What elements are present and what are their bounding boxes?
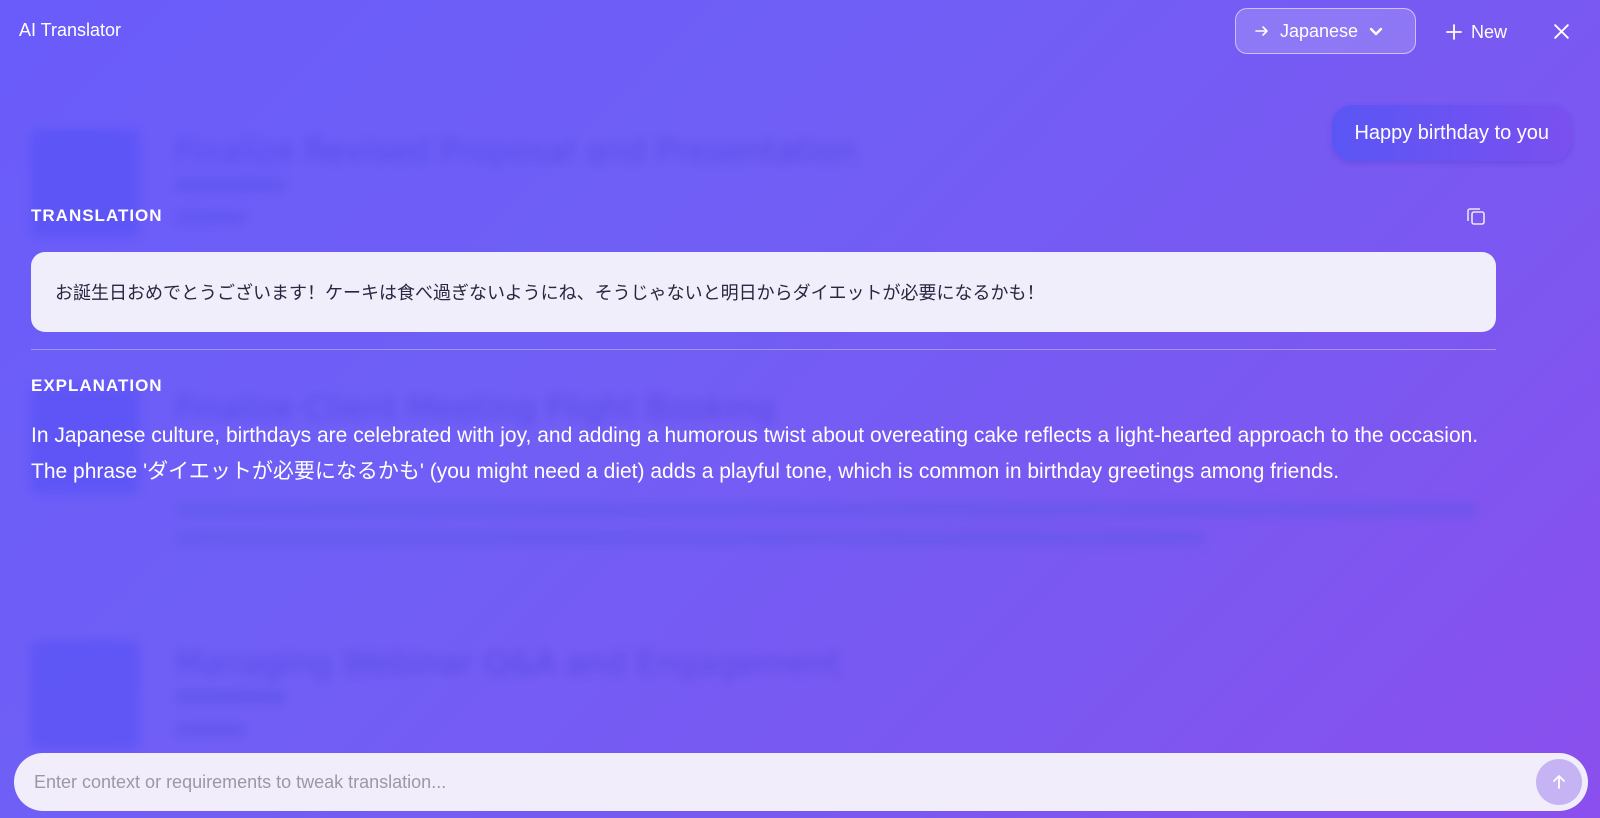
target-language-label: Japanese [1280,20,1359,41]
section-divider [31,349,1496,350]
new-button[interactable]: New [1445,17,1507,47]
copy-button[interactable] [1465,205,1487,227]
send-button[interactable] [1536,759,1582,805]
arrow-right-icon [1254,23,1270,39]
background-card-meta [175,724,245,736]
chevron-down-icon [1368,23,1384,39]
background-card-title: Finalize Revised Proposal and Presentati… [175,132,857,170]
background-card-meta [175,212,245,224]
background-card-subtitle [175,690,285,704]
translation-output: お誕生日おめでとうございます！ケーキは食べ過ぎないようにね、そうじゃないと明日か… [31,252,1496,332]
background-card-subtitle [175,178,285,192]
header: AI Translator Japanese New [0,0,1600,64]
background-card-text [175,503,1475,517]
explanation-text: In Japanese culture, birthdays are celeb… [31,424,1479,483]
copy-icon [1465,205,1487,227]
background-thumbnail [30,640,140,750]
new-button-label: New [1471,21,1508,42]
background-card-text [175,531,1205,545]
translation-label: TRANSLATION [31,206,163,225]
background-card-title: Managing Webinar Q&A and Engagement [175,644,841,682]
arrow-up-icon [1551,774,1567,790]
tweak-input[interactable] [32,770,1496,794]
plus-icon [1445,23,1463,41]
explanation-label: EXPLANATION [31,376,163,395]
target-language-select[interactable]: Japanese [1235,8,1416,54]
app-title: AI Translator [19,20,122,40]
close-button[interactable] [1552,22,1571,41]
close-icon [1552,22,1571,41]
tweak-input-container [14,753,1588,811]
user-message-bubble: Happy birthday to you [1332,105,1571,161]
